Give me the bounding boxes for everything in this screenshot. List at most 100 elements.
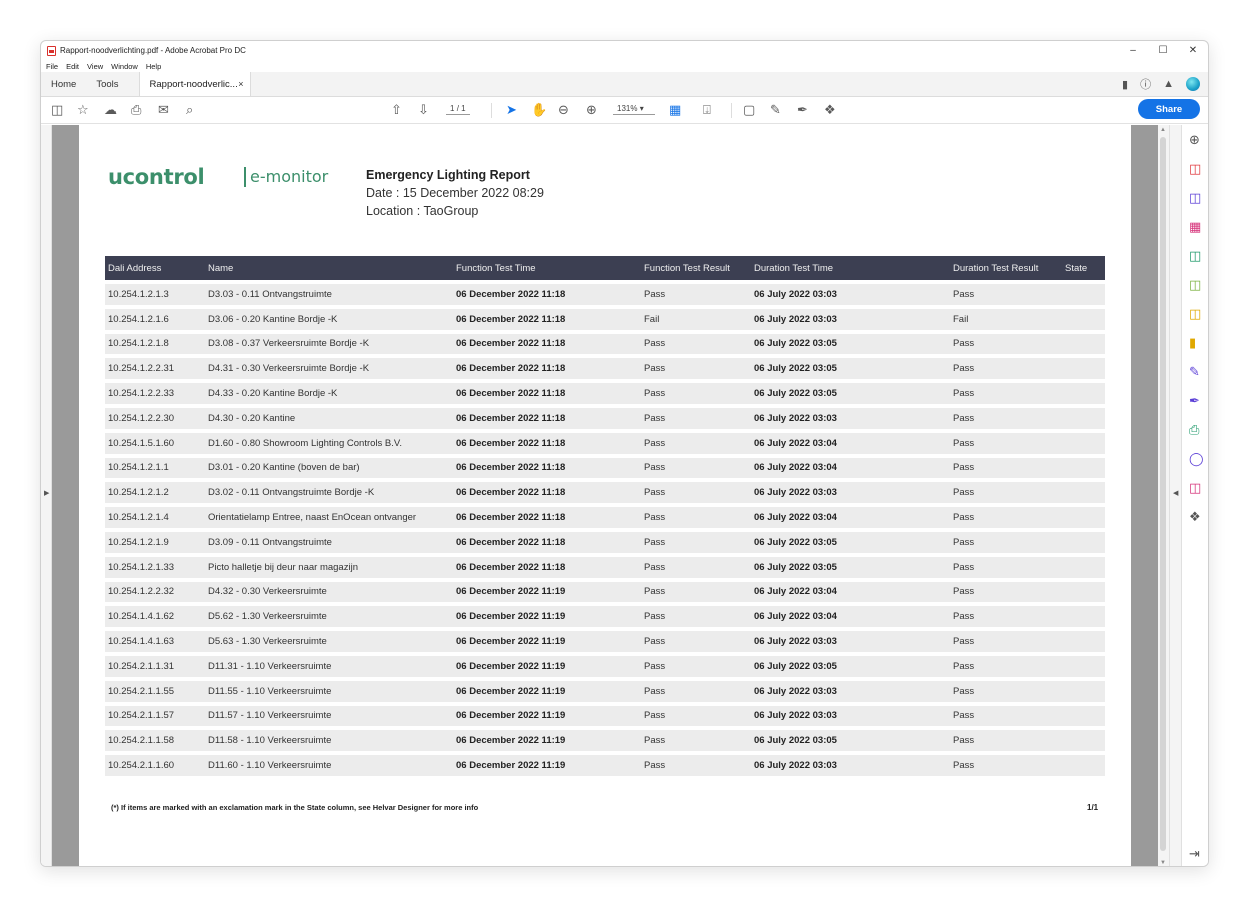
zoom-out-icon[interactable]: ⊖ (558, 102, 569, 118)
menu-view[interactable]: View (87, 62, 103, 71)
certificate-icon[interactable]: ✒ (1189, 394, 1200, 408)
table-cell: D11.57 - 1.10 Verkeersruimte (205, 705, 453, 727)
table-cell: Pass (641, 556, 751, 578)
organize-pages-icon[interactable]: ▦ (1189, 220, 1201, 234)
table-cell: Pass (641, 284, 751, 305)
logo-subtitle: e-monitor (250, 167, 329, 186)
table-cell: Fail (950, 308, 1062, 330)
page-display-icon[interactable]: ▦ (669, 102, 681, 118)
zoom-select[interactable]: 131% ▾ (613, 104, 655, 115)
menu-edit[interactable]: Edit (66, 62, 79, 71)
left-panel-toggle[interactable]: ▶ (41, 125, 52, 866)
protect-icon[interactable]: ◯ (1189, 452, 1204, 466)
tab-document[interactable]: Rapport-noodverlic... × (138, 72, 251, 96)
table-header-row: Dali Address Name Function Test Time Fun… (105, 256, 1105, 280)
sign-icon[interactable]: ✒ (797, 102, 808, 118)
bell-icon[interactable]: ▲ (1163, 78, 1174, 90)
table-cell: Pass (641, 680, 751, 702)
table-row: 10.254.1.2.1.33 Picto halletje bij deur n… (105, 556, 1105, 578)
avatar[interactable] (1186, 77, 1200, 91)
zoom-tool-icon[interactable]: ⊕ (1189, 133, 1200, 147)
redact-icon[interactable]: ❖ (824, 102, 836, 118)
maximize-button[interactable]: ☐ (1148, 41, 1178, 60)
email-icon[interactable]: ✉ (158, 102, 169, 118)
table-cell: 10.254.2.1.1.57 (105, 705, 205, 727)
table-cell: D4.33 - 0.20 Kantine Bordje -K (205, 383, 453, 404)
table-cell: 10.254.1.2.2.32 (105, 581, 205, 603)
column-header: State (1062, 256, 1105, 280)
next-page-icon[interactable]: ⇩ (418, 102, 429, 118)
create-pdf-icon[interactable]: ◫ (1189, 191, 1201, 205)
report-date: Date : 15 December 2022 08:29 (366, 186, 544, 200)
table-cell: 06 December 2022 11:19 (453, 581, 641, 603)
table-cell: 10.254.1.4.1.63 (105, 631, 205, 652)
table-cell: Pass (950, 556, 1062, 578)
tab-tools[interactable]: Tools (86, 72, 128, 96)
collapse-pane-icon[interactable]: ⇥ (1189, 847, 1200, 861)
table-cell: D1.60 - 0.80 Showroom Lighting Controls … (205, 432, 453, 454)
minimize-button[interactable]: – (1118, 41, 1148, 60)
fill-sign-icon[interactable]: ◫ (1189, 307, 1201, 321)
table-row: 10.254.1.4.1.62 D5.62 - 1.30 Verkeersruim… (105, 606, 1105, 628)
table-cell (1062, 531, 1105, 553)
expand-left-icon[interactable]: ▶ (44, 489, 49, 497)
page-indicator[interactable]: 1 / 1 (446, 104, 470, 115)
combine-files-icon[interactable]: ◫ (1189, 278, 1201, 292)
scroll-down-icon[interactable]: ▼ (1160, 860, 1166, 866)
menu-help[interactable]: Help (146, 62, 161, 71)
select-cursor-icon[interactable]: ➤ (506, 102, 517, 118)
table-cell: Pass (950, 730, 1062, 752)
table-row: 10.254.1.4.1.63 D5.63 - 1.30 Verkeersruim… (105, 631, 1105, 652)
table-cell: D4.30 - 0.20 Kantine (205, 407, 453, 429)
acrobat-window: Rapport-noodverlichting.pdf - Adobe Acro… (40, 40, 1209, 867)
comment-tool-icon[interactable]: ▢ (743, 102, 755, 118)
menu-window[interactable]: Window (111, 62, 138, 71)
help-icon[interactable]: ⓘ (1140, 76, 1151, 92)
comment-pane-icon[interactable]: ▮ (1189, 336, 1196, 350)
comment-icon[interactable]: ▮ (1122, 78, 1128, 91)
share-button[interactable]: Share (1138, 99, 1200, 119)
right-panel-toggle[interactable]: ◀ (1169, 125, 1181, 866)
close-tab-icon[interactable]: × (238, 79, 243, 89)
prev-page-icon[interactable]: ⇧ (391, 102, 402, 118)
table-cell: 10.254.1.2.1.1 (105, 457, 205, 479)
report-table: Dali Address Name Function Test Time Fun… (105, 252, 1105, 780)
star-icon[interactable]: ☆ (77, 102, 89, 118)
table-cell: Pass (950, 631, 1062, 652)
menu-file[interactable]: File (46, 62, 58, 71)
table-cell (1062, 457, 1105, 479)
report-location: Location : TaoGroup (366, 204, 479, 218)
table-cell: D3.03 - 0.11 Ontvangstruimte (205, 284, 453, 305)
tab-home[interactable]: Home (41, 72, 86, 96)
print-production-icon[interactable]: ⎙ (1189, 423, 1199, 437)
table-cell: Pass (950, 606, 1062, 628)
table-cell (1062, 383, 1105, 404)
scroll-mode-icon[interactable]: ⍗ (703, 102, 711, 118)
page-current[interactable]: 1 (450, 104, 454, 113)
scroll-up-icon[interactable]: ▲ (1160, 127, 1166, 133)
print-icon[interactable]: ⎙ (131, 102, 141, 118)
save-icon[interactable]: ◫ (51, 102, 63, 118)
table-cell: 06 July 2022 03:03 (751, 482, 950, 504)
menu-bar: File Edit View Window Help (41, 60, 1208, 72)
export-pdf-icon[interactable]: ◫ (1189, 162, 1201, 176)
cloud-upload-icon[interactable]: ☁ (104, 102, 117, 118)
table-cell: 10.254.1.2.1.8 (105, 333, 205, 355)
edit-pdf-icon[interactable]: ◫ (1189, 249, 1201, 263)
table-cell: Pass (950, 531, 1062, 553)
scrollbar-thumb[interactable] (1160, 137, 1166, 851)
collapse-right-icon[interactable]: ◀ (1173, 489, 1178, 497)
table-row: 10.254.2.1.1.55 D11.55 - 1.10 Verkeersrui… (105, 680, 1105, 702)
hand-tool-icon[interactable]: ✋ (531, 102, 547, 118)
search-icon[interactable]: ⌕ (186, 102, 193, 118)
vertical-scrollbar[interactable]: ▲ ▼ (1158, 125, 1169, 866)
more-tools-icon[interactable]: ❖ (1189, 510, 1201, 524)
request-signature-icon[interactable]: ✎ (1189, 365, 1200, 379)
pen-icon[interactable]: ✎ (770, 102, 781, 118)
pdf-page: ucontrol e-monitor Emergency Lighting Re… (79, 125, 1131, 866)
accessibility-icon[interactable]: ◫ (1189, 481, 1201, 495)
table-cell (1062, 482, 1105, 504)
close-window-button[interactable]: ✕ (1178, 41, 1208, 60)
zoom-in-icon[interactable]: ⊕ (586, 102, 597, 118)
table-cell: 10.254.1.2.1.6 (105, 308, 205, 330)
